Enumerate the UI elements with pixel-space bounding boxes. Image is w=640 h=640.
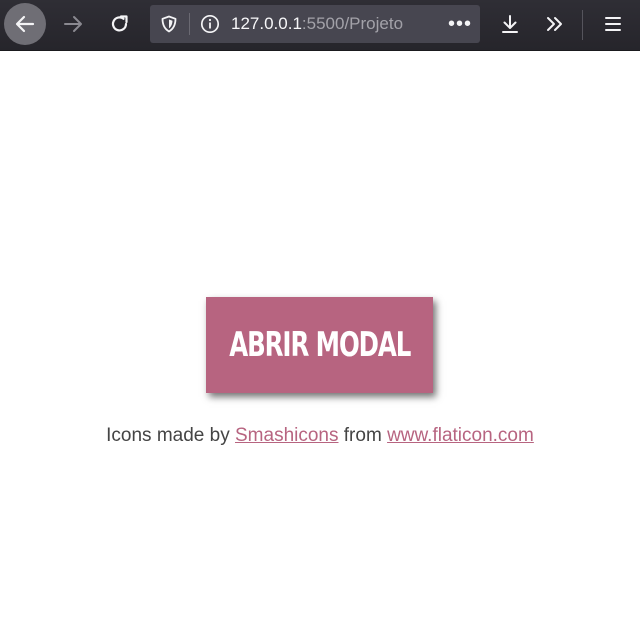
forward-arrow-icon [64, 16, 82, 32]
main-menu-button[interactable] [594, 5, 632, 43]
flaticon-link[interactable]: www.flaticon.com [387, 425, 534, 446]
author-link[interactable]: Smashicons [235, 425, 339, 446]
credits-middle: from [343, 425, 382, 446]
url-host: 127.0.0.1 [231, 14, 302, 33]
download-button[interactable] [491, 5, 529, 43]
credits-prefix: Icons made by [106, 425, 230, 446]
url-path: :5500/Projeto [301, 14, 404, 33]
overflow-menu-button[interactable] [536, 5, 574, 43]
icon-credits: Icons made by Smashicons from www.flatic… [0, 425, 640, 447]
url-bar[interactable]: 127.0.0.1:5500/Projeto ••• [150, 5, 480, 43]
forward-button[interactable] [54, 5, 92, 43]
toolbar-divider [582, 10, 583, 40]
open-modal-button-label: ABRIR MODAL [228, 325, 411, 365]
shield-icon[interactable] [160, 15, 178, 33]
back-button[interactable] [4, 3, 46, 45]
chevrons-right-icon [547, 17, 562, 31]
back-arrow-icon [15, 15, 35, 33]
hamburger-menu-icon [605, 17, 621, 31]
url-fade [400, 5, 440, 43]
reload-icon [111, 15, 128, 32]
page-content: ABRIR MODAL Icons made by Smashicons fro… [0, 51, 640, 640]
browser-toolbar: 127.0.0.1:5500/Projeto ••• [0, 0, 640, 51]
info-icon[interactable] [200, 14, 220, 34]
download-icon [502, 15, 518, 33]
open-modal-button[interactable]: ABRIR MODAL [206, 297, 433, 393]
url-separator [189, 13, 190, 35]
reload-button[interactable] [101, 5, 139, 43]
page-actions-button[interactable]: ••• [448, 14, 472, 34]
